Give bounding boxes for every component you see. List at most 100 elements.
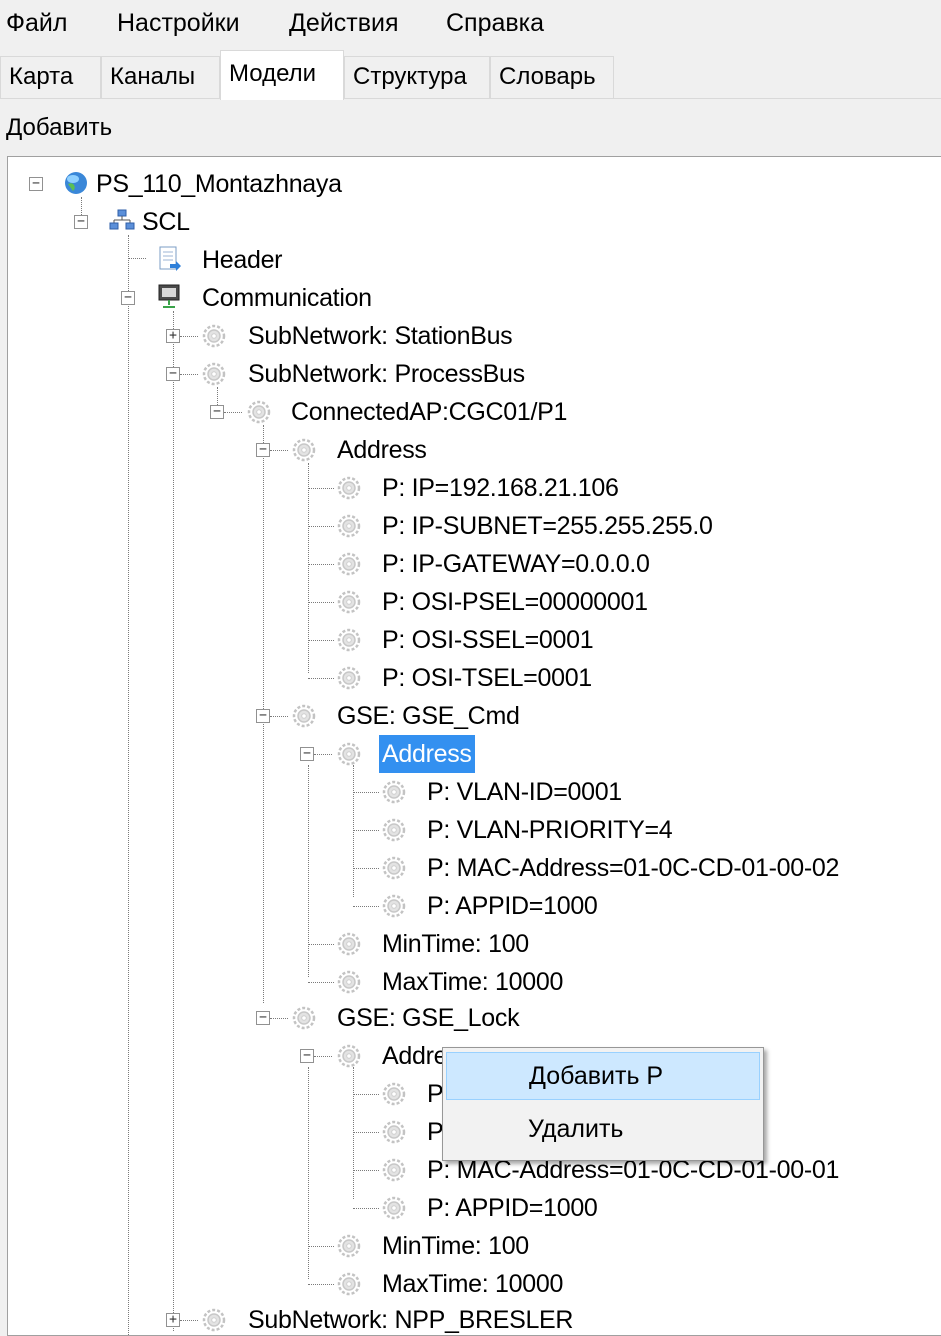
context-add-p[interactable]: Добавить P [446,1052,760,1100]
context-add-p-label: Добавить P [529,1062,664,1090]
tree-node-lock-mintime[interactable]: MinTime: 100 [8,1227,908,1265]
menu-help[interactable]: Справка [444,6,546,40]
tree-label: PS_110_Montazhnaya [96,170,342,198]
tree-node-p-tsel[interactable]: P: OSI-TSEL=0001 [8,659,908,697]
gear-icon [382,1082,406,1106]
tree-label: GSE: GSE_Cmd [337,702,520,730]
collapse-toggle[interactable]: − [121,291,135,305]
tree-label: MaxTime: 10000 [382,968,564,996]
tree-node-cmd-maxtime[interactable]: MaxTime: 10000 [8,963,908,1001]
tree-node-lock-maxtime[interactable]: MaxTime: 10000 [8,1265,908,1303]
tree-node-cmd-vlan-id[interactable]: P: VLAN-ID=0001 [8,773,908,811]
gear-icon [337,1044,361,1068]
gear-icon [202,324,226,348]
gear-icon [247,400,271,424]
tree-label: Header [202,246,283,274]
tree-label: P: MAC-Address=01-0C-CD-01-00-02 [427,854,840,882]
gear-icon [337,552,361,576]
gear-icon [337,514,361,538]
gear-icon [382,818,406,842]
collapse-toggle[interactable]: − [256,1011,270,1025]
gear-icon [337,476,361,500]
gear-icon [382,1158,406,1182]
context-delete[interactable]: Удалить [446,1106,760,1154]
gear-icon [382,1120,406,1144]
tree-label: P: OSI-TSEL=0001 [382,664,592,692]
tab-channels[interactable]: Каналы [101,56,220,98]
collapse-toggle[interactable]: − [166,367,180,381]
tree-node-gse-cmd[interactable]: − GSE: GSE_Cmd [8,697,908,735]
tab-map[interactable]: Карта [0,56,101,98]
collapse-toggle[interactable]: − [74,215,88,229]
collapse-toggle[interactable]: − [256,709,270,723]
tree-label: Communication [202,284,372,312]
collapse-toggle[interactable]: − [300,1049,314,1063]
tree-node-cmd-mac[interactable]: P: MAC-Address=01-0C-CD-01-00-02 [8,849,908,887]
tree-node-root[interactable]: − PS_110_Montazhnaya [8,165,908,203]
tree-node-subnet-station[interactable]: + SubNetwork: StationBus [8,317,908,355]
tab-structure[interactable]: Структура [344,56,490,98]
document-icon [159,246,181,271]
gear-icon [202,362,226,386]
tab-dictionary[interactable]: Словарь [490,56,614,98]
tree-label: P [427,1080,444,1108]
tab-models[interactable]: Модели [220,50,344,100]
tree-node-cmd-vlan-prio[interactable]: P: VLAN-PRIORITY=4 [8,811,908,849]
tree-node-subnet-npp[interactable]: + SubNetwork: NPP_BRESLER [8,1301,908,1335]
menu-file[interactable]: Файл [4,6,69,40]
gear-icon [292,1006,316,1030]
gear-icon [337,970,361,994]
tree-label: P [427,1118,444,1146]
tree-node-communication[interactable]: − Communication [8,279,908,317]
tree-label: P: IP-GATEWAY=0.0.0.0 [382,550,650,578]
tree-node-p-gateway[interactable]: P: IP-GATEWAY=0.0.0.0 [8,545,908,583]
context-delete-label: Удалить [528,1115,624,1143]
menu-actions[interactable]: Действия [287,6,401,40]
tree-node-cmd-mintime[interactable]: MinTime: 100 [8,925,908,963]
tree-label: SubNetwork: ProcessBus [248,360,525,388]
tree-node-header[interactable]: Header [8,241,908,279]
tree-label: P: VLAN-PRIORITY=4 [427,816,673,844]
collapse-toggle[interactable]: − [210,405,224,419]
tree-node-connected-ap[interactable]: − ConnectedAP:CGC01/P1 [8,393,908,431]
tree-node-scl[interactable]: − SCL [8,203,908,241]
tree-node-p-ssel[interactable]: P: OSI-SSEL=0001 [8,621,908,659]
tree-node-p-psel[interactable]: P: OSI-PSEL=00000001 [8,583,908,621]
expand-toggle[interactable]: + [166,1313,180,1327]
network-icon [109,209,135,230]
gear-icon [202,1308,226,1332]
tree-node-address-cmd[interactable]: − Address [8,735,908,773]
tree-label: MinTime: 100 [382,1232,529,1260]
tree-node-p-ip[interactable]: P: IP=192.168.21.106 [8,469,908,507]
collapse-toggle[interactable]: − [256,443,270,457]
tree-label: Address [337,436,427,464]
tree-label: SCL [142,208,190,236]
tree-node-subnet-process[interactable]: − SubNetwork: ProcessBus [8,355,908,393]
tree-node-lock-appid[interactable]: P: APPID=1000 [8,1189,908,1227]
add-button[interactable]: Добавить [6,112,112,144]
menu-bar: Файл Настройки Действия Справка [0,0,941,50]
tree-label: Addre [382,1042,448,1070]
tree-label: SubNetwork: NPP_BRESLER [248,1306,574,1334]
tree-node-gse-lock[interactable]: − GSE: GSE_Lock [8,999,908,1037]
tree-label: P: APPID=1000 [427,1194,598,1222]
tree-label: P: IP-SUBNET=255.255.255.0 [382,512,713,540]
tree-node-p-subnet[interactable]: P: IP-SUBNET=255.255.255.0 [8,507,908,545]
tree-label: GSE: GSE_Lock [337,1004,520,1032]
tree-node-cmd-appid[interactable]: P: APPID=1000 [8,887,908,925]
gear-icon [382,894,406,918]
gear-icon [382,780,406,804]
expand-toggle[interactable]: + [166,329,180,343]
gear-icon [382,856,406,880]
collapse-toggle[interactable]: − [29,177,43,191]
menu-settings[interactable]: Настройки [115,6,242,40]
gear-icon [292,704,316,728]
tree-label: P: OSI-SSEL=0001 [382,626,594,654]
gear-icon [337,590,361,614]
tree-node-address[interactable]: − Address [8,431,908,469]
gear-icon [382,1196,406,1220]
gear-icon [337,932,361,956]
toolbar: Добавить [0,100,941,156]
tree-label: P: OSI-PSEL=00000001 [382,588,648,616]
collapse-toggle[interactable]: − [300,747,314,761]
